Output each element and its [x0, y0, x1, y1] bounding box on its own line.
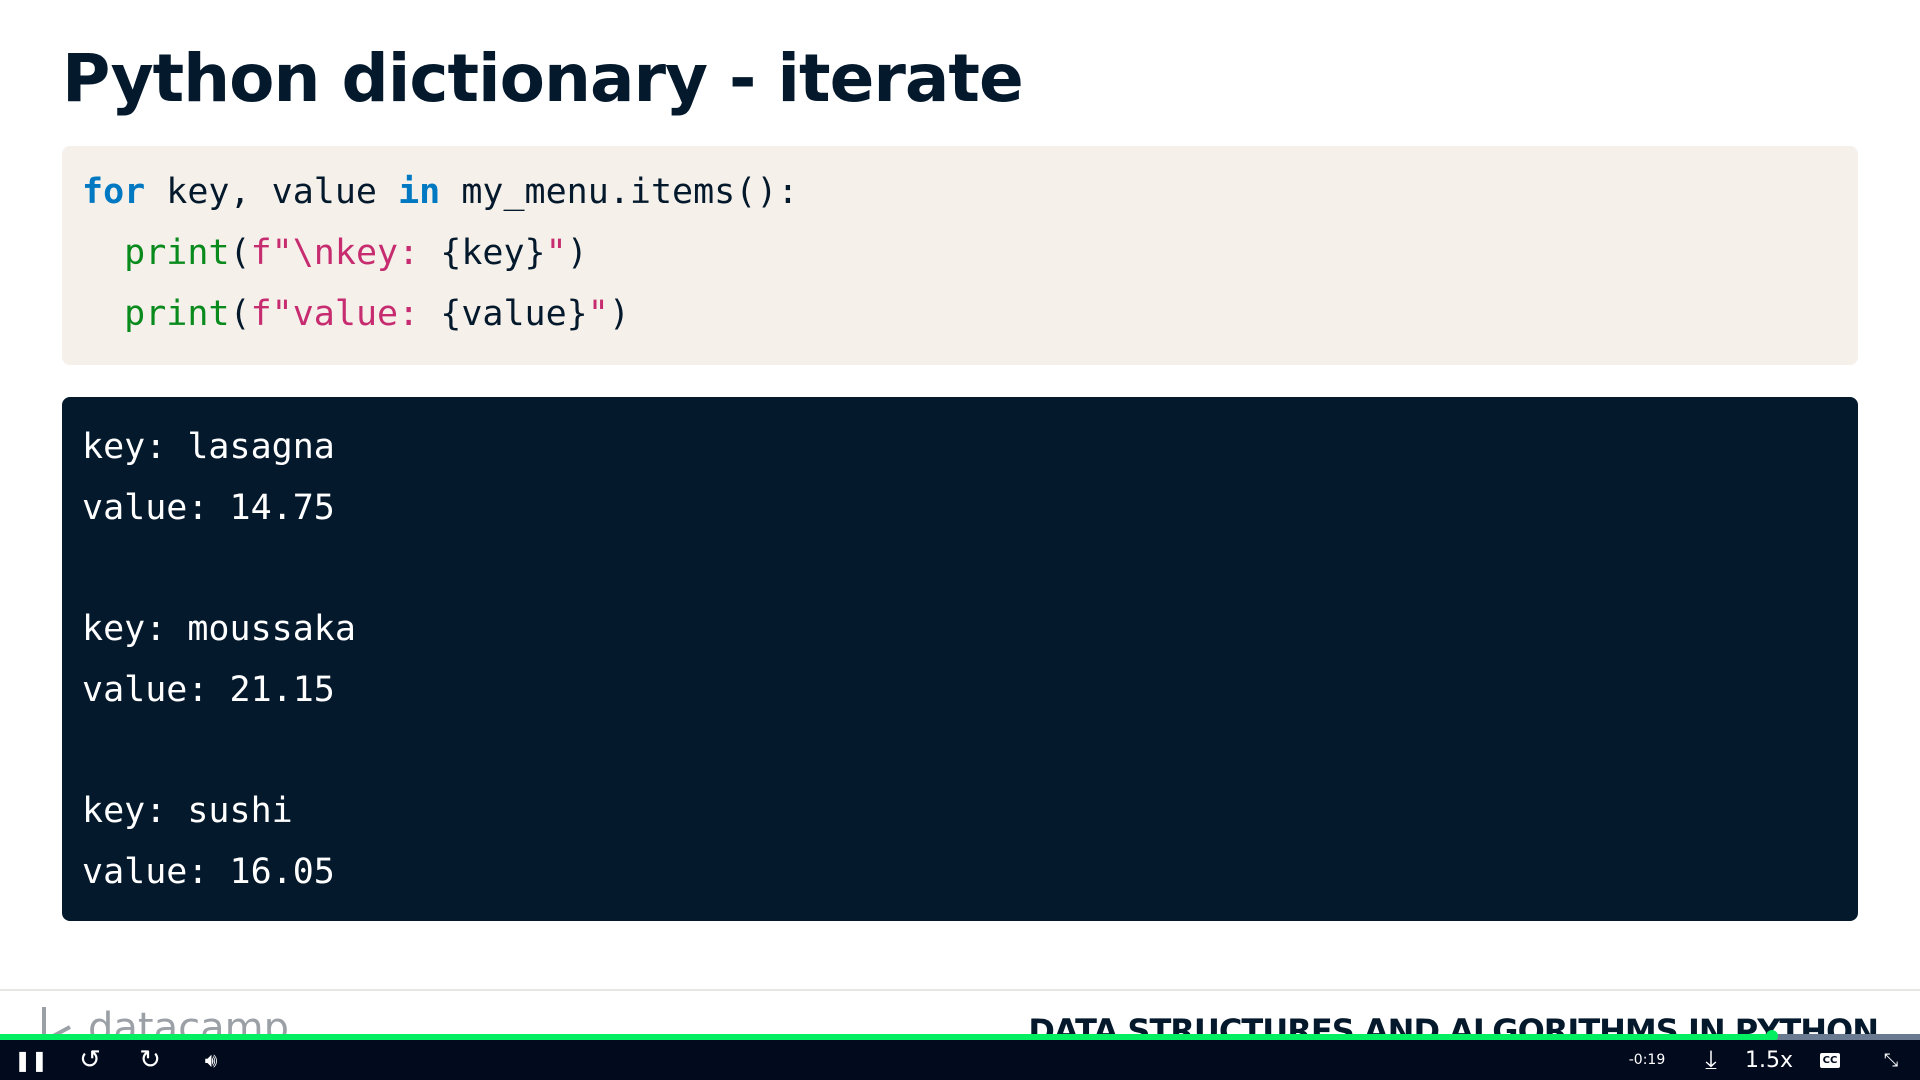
- course-title: DATA STRUCTURES AND ALGORITHMS IN PYTHON: [1028, 1012, 1878, 1036]
- volume-button[interactable]: 🔊︎: [196, 1040, 226, 1080]
- code-token: ): [566, 233, 588, 273]
- speed-button[interactable]: 1.5x: [1744, 1040, 1794, 1080]
- exit-fullscreen-icon: ⤡: [1883, 1049, 1899, 1071]
- rewind-button[interactable]: ↺: [72, 1040, 108, 1080]
- output-line: key: sushi: [82, 791, 293, 832]
- exit-fullscreen-button[interactable]: ⤡: [1876, 1040, 1906, 1080]
- output-line: value: 14.75: [82, 487, 335, 528]
- pause-icon: ❚❚: [14, 1048, 48, 1072]
- volume-icon: 🔊︎: [204, 1048, 218, 1072]
- output-line: value: 16.05: [82, 851, 335, 892]
- slide-title: Python dictionary - iterate: [62, 40, 1024, 117]
- output-line: key: lasagna: [82, 427, 335, 467]
- download-icon: ⤓: [1705, 1044, 1717, 1075]
- code-token: (: [229, 233, 251, 273]
- datacamp-logo: datacamp: [40, 1005, 289, 1036]
- code-token: ": [587, 294, 609, 334]
- code-token: for: [82, 172, 146, 212]
- output-line: key: moussaka: [82, 609, 356, 650]
- code-block: for key, value in my_menu.items(): print…: [62, 146, 1858, 365]
- code-line: for key, value in my_menu.items():: [82, 170, 1838, 231]
- rewind-10-icon: ↺: [79, 1045, 101, 1075]
- logo-text: datacamp: [88, 1005, 289, 1036]
- code-token: ": [545, 233, 567, 273]
- code-token: ): [608, 294, 630, 334]
- captions-icon: CC: [1819, 1052, 1841, 1068]
- code-token: f"value:: [250, 294, 441, 334]
- code-line: print(f"\nkey: {key}"): [82, 231, 1838, 292]
- download-button[interactable]: ⤓: [1696, 1040, 1726, 1080]
- logo-icon: [42, 1007, 71, 1036]
- code-token: print: [124, 233, 230, 273]
- time-remaining: -0:19: [1628, 1052, 1666, 1068]
- code-token: my_menu.items():: [440, 172, 799, 212]
- footer-divider: [0, 989, 1920, 991]
- code-line: print(f"value: {value}"): [82, 292, 1838, 353]
- pause-button[interactable]: ❚❚: [14, 1040, 48, 1080]
- code-token: in: [398, 172, 441, 212]
- code-token: print: [124, 294, 230, 334]
- captions-button[interactable]: CC: [1818, 1040, 1842, 1080]
- code-token: key, value: [145, 172, 399, 212]
- code-token: f"\nkey:: [250, 233, 441, 273]
- player-controls: ❚❚ ↺ ↻ 🔊︎ -0:19 ⤓ 1.5x CC ⤡: [0, 1040, 1920, 1080]
- code-token: {value}: [440, 294, 588, 334]
- forward-button[interactable]: ↻: [132, 1040, 168, 1080]
- output-line: value: 21.15: [82, 669, 335, 710]
- code-token: (: [229, 294, 251, 334]
- output-block: key: lasagna value: 14.75 key: moussaka …: [62, 397, 1858, 921]
- code-token: {key}: [440, 233, 546, 273]
- forward-10-icon: ↻: [139, 1045, 161, 1075]
